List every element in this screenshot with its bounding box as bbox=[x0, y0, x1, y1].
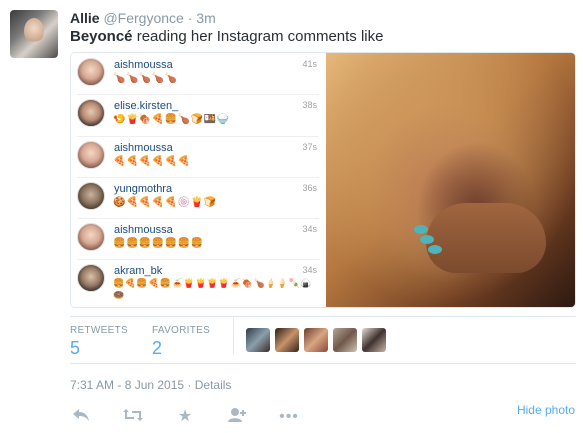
comment-divider bbox=[77, 136, 319, 137]
tweet-date[interactable]: 7:31 AM - 8 Jun 2015 · Details bbox=[70, 378, 231, 392]
comment-row: aishmoussa 37s 🍕🍕🍕🍕🍕🍕 bbox=[71, 138, 325, 178]
comment-text: 🍔🍔🍔🍔🍔🍔🍔 bbox=[113, 238, 204, 249]
instagram-comments-panel: aishmoussa 41s 🍗🍗🍗🍗🍗 elise.kirsten_ 38s … bbox=[71, 53, 325, 307]
comment-user: aishmoussa bbox=[114, 59, 173, 71]
comment-text: 🍔🍕🍔🍕🍔🍝🍟🍟🍟🍟🍝🍖🍗🍦🍦🍡🍙🍩 bbox=[113, 278, 313, 300]
comment-text: 🍤🍟🍖🍕🍔🍗🍞🍱🍚 bbox=[113, 114, 230, 125]
tweet-photo[interactable]: aishmoussa 41s 🍗🍗🍗🍗🍗 elise.kirsten_ 38s … bbox=[70, 52, 576, 308]
comment-divider bbox=[77, 94, 319, 95]
comment-user: aishmoussa bbox=[114, 142, 173, 154]
more-icon[interactable]: ••• bbox=[278, 407, 300, 427]
tweet-text-bold: Beyoncé bbox=[70, 28, 133, 45]
retweets-label: RETWEETS bbox=[70, 325, 128, 336]
stats-divider bbox=[233, 318, 234, 354]
comment-divider bbox=[77, 259, 319, 260]
comment-avatar bbox=[77, 58, 105, 86]
comment-avatar bbox=[77, 99, 105, 127]
comment-avatar bbox=[77, 223, 105, 251]
comment-row: elise.kirsten_ 38s 🍤🍟🍖🍕🍔🍗🍞🍱🍚 bbox=[71, 96, 325, 136]
author-name[interactable]: Allie bbox=[70, 10, 100, 26]
follow-icon[interactable] bbox=[226, 407, 248, 427]
comment-user: yungmothra bbox=[114, 183, 173, 195]
comment-time: 41s bbox=[302, 59, 317, 69]
comment-avatar bbox=[77, 182, 105, 210]
comment-user: akram_bk bbox=[114, 265, 163, 277]
divider-top bbox=[70, 316, 576, 317]
favorites-count[interactable]: 2 bbox=[152, 338, 162, 359]
comment-time: 36s bbox=[302, 183, 317, 193]
hide-photo-link[interactable]: Hide photo bbox=[517, 403, 575, 417]
comment-time: 34s bbox=[302, 265, 317, 275]
comment-divider bbox=[77, 218, 319, 219]
comment-row: aishmoussa 34s 🍔🍔🍔🍔🍔🍔🍔 bbox=[71, 220, 325, 260]
favoriter-avatar[interactable] bbox=[275, 328, 299, 352]
tweet-time[interactable]: 3m bbox=[196, 10, 215, 26]
comment-avatar bbox=[77, 141, 105, 169]
favoriter-avatar[interactable] bbox=[304, 328, 328, 352]
comment-user: aishmoussa bbox=[114, 224, 173, 236]
comment-time: 34s bbox=[302, 224, 317, 234]
favoriter-avatar[interactable] bbox=[246, 328, 270, 352]
star-icon[interactable]: ★ bbox=[174, 407, 196, 427]
separator-dot: · bbox=[187, 10, 193, 26]
comment-time: 37s bbox=[302, 142, 317, 152]
tweet-text: Beyoncé reading her Instagram comments l… bbox=[70, 27, 383, 47]
favoriter-avatar[interactable] bbox=[362, 328, 386, 352]
comment-text: 🍪🍕🍕🍕🍕🍥🍟🍞 bbox=[113, 197, 217, 208]
comment-row: akram_bk 34s 🍔🍕🍔🍕🍔🍝🍟🍟🍟🍟🍝🍖🍗🍦🍦🍡🍙🍩 bbox=[71, 261, 325, 307]
comment-divider bbox=[77, 177, 319, 178]
tweet-text-rest: reading her Instagram comments like bbox=[132, 28, 384, 45]
author-handle[interactable]: @Fergyonce bbox=[103, 10, 183, 26]
portrait-image bbox=[326, 53, 575, 307]
retweet-icon[interactable] bbox=[122, 407, 144, 427]
favorites-label: FAVORITES bbox=[152, 325, 211, 336]
comment-row: yungmothra 36s 🍪🍕🍕🍕🍕🍥🍟🍞 bbox=[71, 179, 325, 219]
comment-avatar bbox=[77, 264, 105, 292]
nails-shape bbox=[414, 225, 454, 255]
comment-user: elise.kirsten_ bbox=[114, 100, 179, 112]
author-avatar[interactable] bbox=[10, 10, 58, 58]
tweet-header: Allie @Fergyonce · 3m bbox=[70, 9, 216, 27]
comment-row: aishmoussa 41s 🍗🍗🍗🍗🍗 bbox=[71, 55, 325, 95]
comment-text: 🍕🍕🍕🍕🍕🍕 bbox=[113, 156, 191, 167]
reply-icon[interactable] bbox=[70, 407, 92, 427]
divider-bottom bbox=[70, 363, 576, 364]
favoriter-avatar[interactable] bbox=[333, 328, 357, 352]
comment-text: 🍗🍗🍗🍗🍗 bbox=[113, 73, 178, 84]
comment-time: 38s bbox=[302, 100, 317, 110]
retweets-count[interactable]: 5 bbox=[70, 338, 80, 359]
